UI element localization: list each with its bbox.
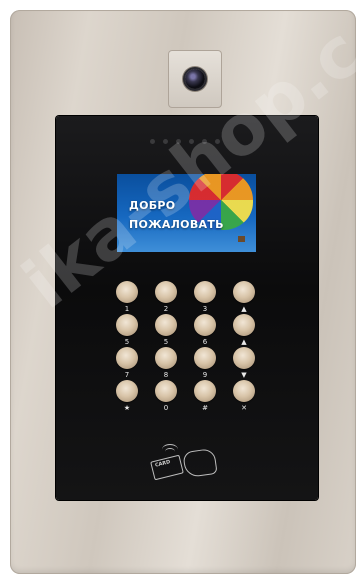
display-screen: ДОБРО ПОЖАЛОВАТЬ [117,174,256,252]
star-icon: ★ [123,404,131,412]
key-9[interactable] [194,347,216,369]
key-label: 1 [124,305,130,313]
key-label: 5 [163,338,169,346]
hand-icon [182,447,218,479]
person-icon: ▲ [241,305,247,313]
led-indicator [189,139,194,144]
key-hash[interactable] [194,380,216,402]
key-label: 5 [124,338,130,346]
arrow-up-icon: ▲ [241,338,247,346]
key-cancel[interactable] [233,380,255,402]
led-indicator [150,139,155,144]
keypad: 1 2 3 ▲ 5 5 6 ▲ 7 8 9 ▼ ★ 0 # ✕ [116,281,255,413]
welcome-line-2: ПОЖАЛОВАТЬ [129,218,224,231]
key-5[interactable] [155,314,177,336]
key-label: 0 [163,404,169,412]
key-down[interactable] [233,347,255,369]
arrow-down-icon: ▼ [241,371,247,379]
key-2[interactable] [155,281,177,303]
nfc-wave-icon [165,448,175,455]
camera-housing [168,50,222,108]
key-label: 9 [202,371,208,379]
camera-lens-icon [185,69,205,89]
key-0[interactable] [155,380,177,402]
key-label: 6 [202,338,208,346]
balloon-basket [238,236,245,242]
key-1[interactable] [116,281,138,303]
welcome-line-1: ДОБРО [129,199,176,212]
rfid-card-icon: CARD [150,454,184,481]
key-8[interactable] [155,347,177,369]
key-person[interactable] [233,281,255,303]
led-indicator [163,139,168,144]
led-indicator [176,139,181,144]
key-label: 8 [163,371,169,379]
key-up[interactable] [233,314,255,336]
card-text: CARD [154,459,172,469]
key-label: 7 [124,371,130,379]
key-label: # [202,404,208,412]
key-3[interactable] [194,281,216,303]
key-star[interactable] [116,380,138,402]
status-leds [150,139,220,144]
key-4[interactable] [116,314,138,336]
key-7[interactable] [116,347,138,369]
key-label: 2 [163,305,169,313]
led-indicator [215,139,220,144]
key-label: 3 [202,305,208,313]
key-6[interactable] [194,314,216,336]
welcome-message: ДОБРО ПОЖАЛОВАТЬ [129,196,224,234]
close-icon: ✕ [241,404,247,412]
rfid-card-reader[interactable]: CARD [150,444,230,490]
led-indicator [202,139,207,144]
